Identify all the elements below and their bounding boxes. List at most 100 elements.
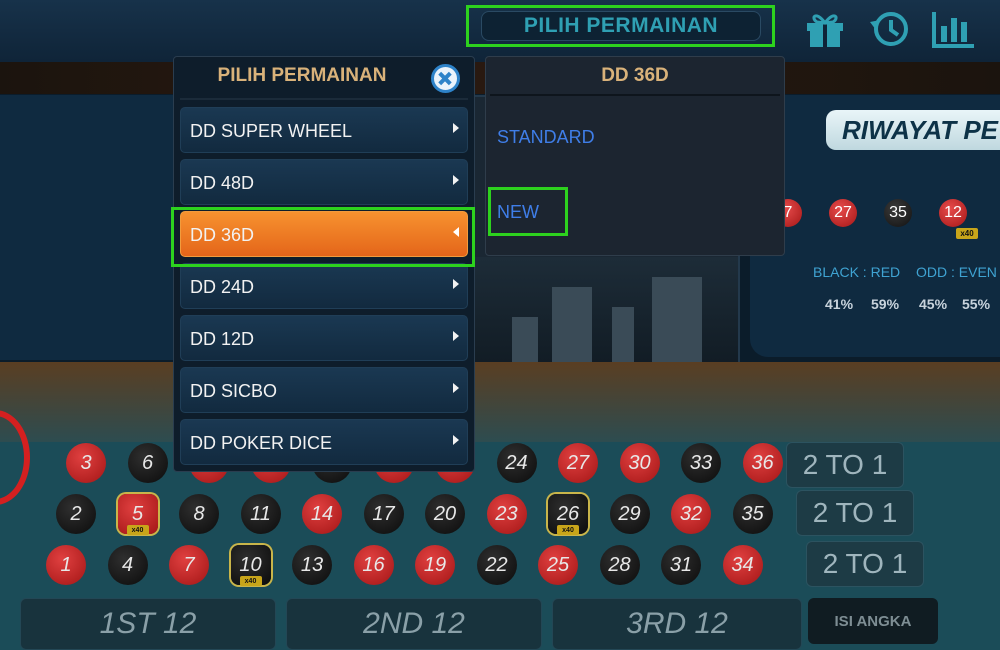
menu-item-dd-super-wheel[interactable]: DD SUPER WHEEL xyxy=(180,107,468,153)
number-ball: 16 xyxy=(353,545,394,585)
number-ball: 14 xyxy=(302,494,342,534)
stat-label-black-red: BLACK : RED xyxy=(813,264,901,280)
number-cell[interactable]: 7 xyxy=(159,542,219,588)
menu-item-dd-24d[interactable]: DD 24D xyxy=(180,263,468,309)
menu-header: PILIH PERMAINAN xyxy=(174,57,474,97)
menu-item-dd-48d[interactable]: DD 48D xyxy=(180,159,468,205)
close-icon[interactable] xyxy=(431,64,460,93)
number-ball: 19 xyxy=(415,545,455,585)
number-cell[interactable]: 13 xyxy=(282,542,342,588)
menu-item-dd-poker-dice[interactable]: DD POKER DICE xyxy=(180,419,468,465)
number-ball: 29 xyxy=(609,494,650,534)
number-ball: 2 xyxy=(56,494,96,534)
number-cell[interactable]: 29 xyxy=(600,491,660,537)
multiplier-badge: x40 xyxy=(239,576,262,586)
number-cell[interactable]: 6 xyxy=(118,440,178,486)
number-cell[interactable]: 4 xyxy=(98,542,158,588)
number-ball: 17 xyxy=(363,494,404,534)
chevron-right-icon xyxy=(453,123,459,133)
highlight-box xyxy=(171,207,475,267)
table-rail xyxy=(0,362,1000,442)
menu-title: PILIH PERMAINAN xyxy=(217,65,387,86)
number-ball: 20 xyxy=(425,494,465,534)
number-ball: 22 xyxy=(476,545,517,585)
column-bet-middle[interactable]: 2 TO 1 xyxy=(796,490,914,536)
submenu-title: DD 36D xyxy=(601,65,669,86)
number-cell[interactable]: 31 xyxy=(651,542,711,588)
chevron-right-icon xyxy=(453,175,459,185)
chevron-right-icon xyxy=(453,279,459,289)
number-cell[interactable]: 17 xyxy=(354,491,414,537)
dozen-3rd[interactable]: 3RD 12 xyxy=(552,598,802,650)
number-cell[interactable]: 20 xyxy=(415,491,475,537)
menu-item-dd-12d[interactable]: DD 12D xyxy=(180,315,468,361)
number-cell[interactable]: 19 xyxy=(405,542,465,588)
menu-item-label: DD 24D xyxy=(190,277,255,297)
divider xyxy=(180,98,468,100)
stat-black: 41% xyxy=(825,296,854,312)
history-result: 27 xyxy=(829,199,857,227)
number-cell[interactable]: 23 xyxy=(477,491,537,537)
top-bar: PILIH PERMAINAN xyxy=(0,0,1000,62)
number-cell[interactable]: 35 xyxy=(723,491,783,537)
number-cell[interactable]: 25 xyxy=(528,542,588,588)
history-title: RIWAYAT PE xyxy=(826,110,1000,150)
number-ball: 34 xyxy=(722,545,763,585)
number-ball: 13 xyxy=(292,545,332,585)
menu-item-dd-sicbo[interactable]: DD SICBO xyxy=(180,367,468,413)
isi-angka-button[interactable]: ISI ANGKA xyxy=(808,598,938,644)
dozen-1st[interactable]: 1ST 12 xyxy=(20,598,276,650)
number-cell[interactable]: 11 xyxy=(231,491,291,537)
number-cell[interactable]: 33 xyxy=(671,440,731,486)
number-ball: 25 xyxy=(538,545,578,585)
number-cell[interactable]: 26 x40 xyxy=(538,491,598,537)
history-result: 12 xyxy=(939,199,967,227)
number-cell[interactable]: 22 xyxy=(467,542,527,588)
number-cell[interactable]: 3 xyxy=(56,440,116,486)
history-icon[interactable] xyxy=(866,8,912,50)
number-cell[interactable]: 32 xyxy=(661,491,721,537)
chevron-right-icon xyxy=(453,383,459,393)
number-ball: 32 xyxy=(671,494,711,534)
number-cell[interactable]: 2 xyxy=(46,491,106,537)
multiplier-badge: x40 xyxy=(126,525,149,535)
number-cell[interactable]: 5 x40 xyxy=(108,491,168,537)
number-cell[interactable]: 1 xyxy=(36,542,96,588)
number-cell[interactable]: 30 xyxy=(610,440,670,486)
option-standard[interactable]: STANDARD xyxy=(497,127,595,148)
divider xyxy=(490,94,780,96)
number-ball: 1 xyxy=(46,545,86,585)
gift-icon[interactable] xyxy=(802,8,848,50)
number-cell[interactable]: 34 xyxy=(713,542,773,588)
number-cell[interactable]: 24 xyxy=(487,440,547,486)
number-ball: 35 xyxy=(732,494,773,534)
number-ball: 3 xyxy=(66,443,106,483)
number-cell[interactable]: 14 xyxy=(292,491,352,537)
select-game-button[interactable]: PILIH PERMAINAN xyxy=(481,11,761,41)
number-cell[interactable]: 27 xyxy=(548,440,608,486)
number-cell[interactable]: 16 xyxy=(344,542,404,588)
column-bet-bottom[interactable]: 2 TO 1 xyxy=(806,541,924,587)
stat-label-odd-even: ODD : EVEN xyxy=(916,264,997,280)
number-ball: 6 xyxy=(127,443,168,483)
number-cell[interactable]: 8 xyxy=(169,491,229,537)
number-ball: 24 xyxy=(496,443,537,483)
number-cell[interactable]: 10 x40 xyxy=(221,542,281,588)
menu-item-label: DD SICBO xyxy=(190,381,278,401)
stat-red: 59% xyxy=(871,296,900,312)
multiplier-badge: x40 xyxy=(557,525,579,535)
chevron-right-icon xyxy=(453,331,459,341)
video-scene xyxy=(442,257,738,377)
number-ball: 7 xyxy=(169,545,209,585)
number-ball: 30 xyxy=(619,443,660,483)
column-bet-top[interactable]: 2 TO 1 xyxy=(786,442,904,488)
dozen-2nd[interactable]: 2ND 12 xyxy=(286,598,542,650)
number-ball: 27 xyxy=(558,443,598,483)
number-cell[interactable]: 36 xyxy=(733,440,793,486)
stats-icon[interactable] xyxy=(930,8,976,50)
multiplier-badge: x40 xyxy=(956,228,978,239)
stat-odd: 45% xyxy=(919,296,948,312)
highlight-box: PILIH PERMAINAN xyxy=(466,5,775,47)
number-cell[interactable]: 28 xyxy=(590,542,650,588)
stat-even: 55% xyxy=(962,296,991,312)
